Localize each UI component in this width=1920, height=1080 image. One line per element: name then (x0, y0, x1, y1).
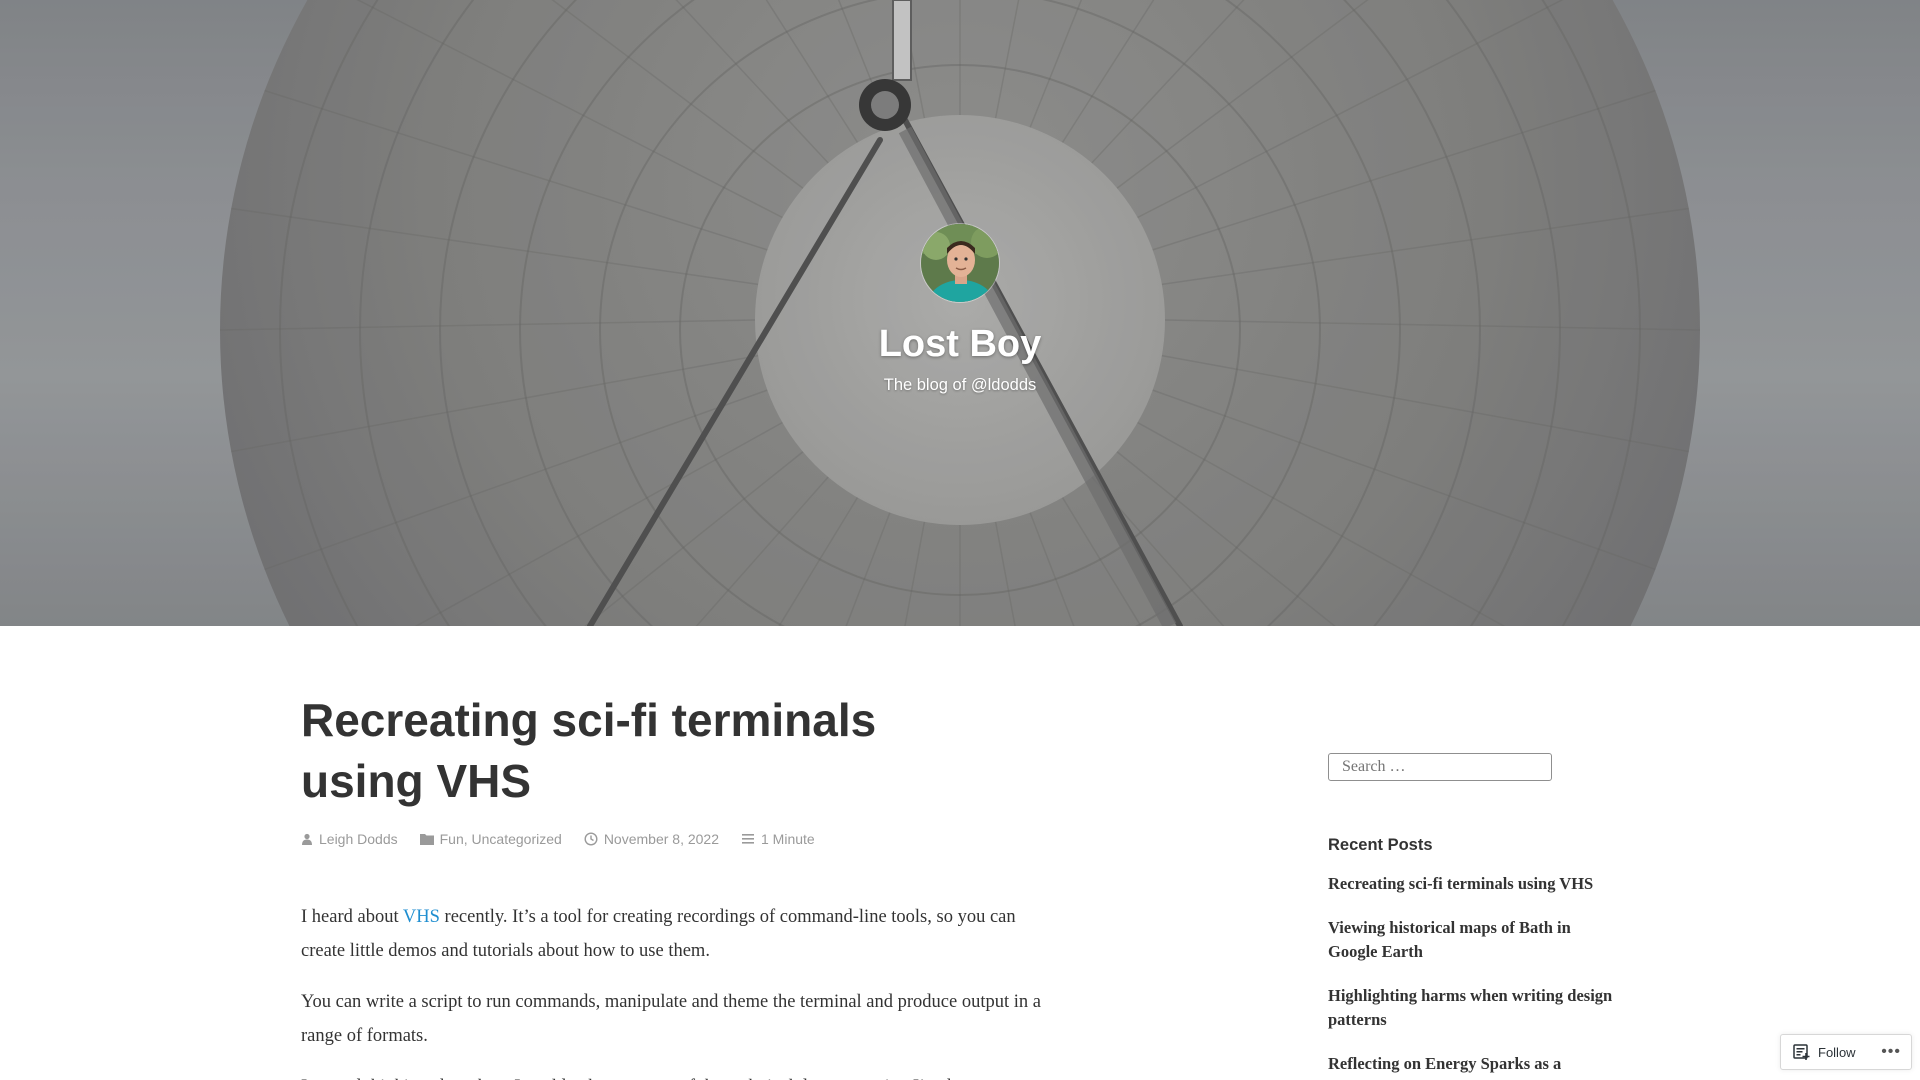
meta-date: November 8, 2022 (584, 831, 719, 847)
post-date-link[interactable]: November 8, 2022 (604, 831, 719, 847)
meta-reading-time: 1 Minute (741, 831, 815, 847)
article-title: Recreating sci-fi terminals using VHS (301, 694, 877, 807)
paragraph: You can write a script to run commands, … (301, 992, 1041, 1046)
person-icon (302, 833, 312, 845)
reading-time: 1 Minute (761, 831, 815, 847)
follow-button[interactable]: Follow (1793, 1044, 1856, 1060)
list-item: Highlighting harms when writing design p… (1328, 984, 1618, 1032)
article-meta: Leigh Dodds Fun, Uncategorized November … (301, 831, 1041, 847)
recent-post-link[interactable]: Recreating sci-fi terminals using VHS (1328, 874, 1593, 893)
list-item: Reflecting on Energy Sparks as a “Commun… (1328, 1052, 1618, 1080)
list-item: Recreating sci-fi terminals using VHS (1328, 872, 1618, 896)
paragraph: I started thinking about how I could enh… (301, 1071, 1041, 1080)
clock-icon (584, 832, 598, 846)
site-title[interactable]: Lost Boy (0, 322, 1920, 366)
vhs-link[interactable]: VHS (403, 907, 440, 927)
paragraph-text: I heard about (301, 907, 403, 927)
reader-follow-icon (1793, 1044, 1810, 1060)
list-item: Viewing historical maps of Bath in Googl… (1328, 916, 1618, 964)
sidebar: Recent Posts Recreating sci-fi terminals… (1328, 753, 1618, 1080)
avatar-image (921, 224, 999, 302)
site-tagline: The blog of @ldodds (883, 376, 1037, 394)
site-header-hero: Lost Boy The blog of @ldodds (0, 0, 1920, 626)
main-article: Recreating sci-fi terminals using VHS Le… (301, 690, 1041, 1080)
search-input[interactable] (1328, 753, 1552, 781)
follow-bar: Follow ••• (1780, 1034, 1912, 1070)
follow-label: Follow (1818, 1044, 1856, 1060)
article-body: I heard about VHS recently. It’s a tool … (301, 901, 1041, 1080)
recent-posts-list: Recreating sci-fi terminals using VHS Vi… (1328, 872, 1618, 1080)
folder-icon (419, 834, 434, 845)
author-link[interactable]: Leigh Dodds (319, 831, 398, 847)
category-link-fun[interactable]: Fun (440, 831, 464, 847)
meta-author: Leigh Dodds (301, 831, 398, 847)
site-branding: Lost Boy The blog of @ldodds (0, 223, 1920, 395)
category-link-uncategorized[interactable]: Uncategorized (472, 831, 562, 847)
paragraph: I heard about VHS recently. It’s a tool … (301, 901, 1041, 968)
meta-categories: Fun, Uncategorized (419, 831, 562, 847)
recent-post-link[interactable]: Viewing historical maps of Bath in Googl… (1328, 918, 1571, 961)
category-separator: , (463, 831, 472, 847)
list-icon (742, 834, 754, 844)
recent-posts-title: Recent Posts (1328, 836, 1433, 854)
more-options-button[interactable]: ••• (1881, 1044, 1901, 1060)
site-avatar[interactable] (920, 223, 1000, 303)
recent-post-link[interactable]: Reflecting on Energy Sparks as a “Commun… (1328, 1054, 1561, 1080)
recent-post-link[interactable]: Highlighting harms when writing design p… (1328, 986, 1612, 1029)
